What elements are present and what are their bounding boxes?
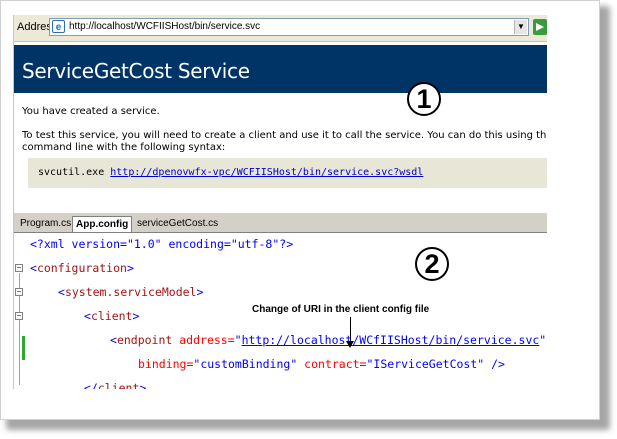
annotation-arrowhead [346,341,354,348]
address-input[interactable]: e http://localhost/WCFIISHost/bin/servic… [49,18,529,36]
ie-page-icon: e [52,20,65,33]
change-indicator [22,336,25,360]
endpoint-address-url: http://localhost/WCfIISHost/bin/service.… [241,333,540,347]
code-editor[interactable]: − − − <?xml version="1.0" encoding="utf-… [14,233,547,389]
code-line-6: binding="customBinding" contract="IServi… [138,357,505,371]
instructions-line-1: To test this service, you will need to c… [22,130,547,141]
tab-servicegetcost-cs[interactable]: serviceGetCost.cs [134,216,221,232]
instructions-text: To test this service, you will need to c… [22,130,547,154]
annotation-arrow [350,317,351,343]
created-text: You have created a service. [22,106,160,117]
editor-tab-bar: Program.cs App.config serviceGetCost.cs [14,213,547,233]
collapse-icon[interactable]: − [15,264,23,272]
address-url: http://localhost/WCFIISHost/bin/service.… [69,21,261,32]
command-box: svcutil.exe http://dpenovwfx-vpc/WCFIISH… [28,158,547,188]
code-line-4: <client> [84,309,140,323]
wsdl-link[interactable]: http://dpenovwfx-vpc/WCFIISHost/bin/serv… [110,167,423,178]
code-line-2: <configuration> [30,261,134,275]
callout-1: 1 [407,82,441,116]
annotation-text: Change of URI in the client config file [252,304,430,315]
service-page: ServiceGetCost Service You have created … [14,42,547,220]
address-dropdown-button[interactable]: ▼ [514,20,527,34]
code-line-7: </client> [84,381,147,389]
tab-app-config[interactable]: App.config [72,216,133,232]
code-line-5: <endpoint address="http://localhost/WCfI… [110,333,547,347]
collapse-icon[interactable]: − [15,312,23,320]
screenshot-frame: Address e http://localhost/WCFIISHost/bi… [0,0,600,420]
code-line-3: <system.serviceModel> [58,285,204,299]
command-line: svcutil.exe http://dpenovwfx-vpc/WCFIISH… [38,167,423,178]
service-header: ServiceGetCost Service [14,45,547,93]
callout-2: 2 [415,247,449,281]
instructions-line-2: command line with the following syntax: [22,142,226,153]
go-arrow-icon[interactable] [533,19,547,35]
address-bar: Address e http://localhost/WCFIISHost/bi… [14,15,547,42]
code-line-1: <?xml version="1.0" encoding="utf-8"?> [30,237,294,251]
command-name: svcutil.exe [38,167,105,178]
tab-program-cs[interactable]: Program.cs [17,216,74,232]
collapse-icon[interactable]: − [15,288,23,296]
editor-gutter: − − − [14,233,26,389]
service-title: ServiceGetCost Service [22,59,250,83]
screenshot-viewport: Address e http://localhost/WCFIISHost/bi… [13,15,547,389]
